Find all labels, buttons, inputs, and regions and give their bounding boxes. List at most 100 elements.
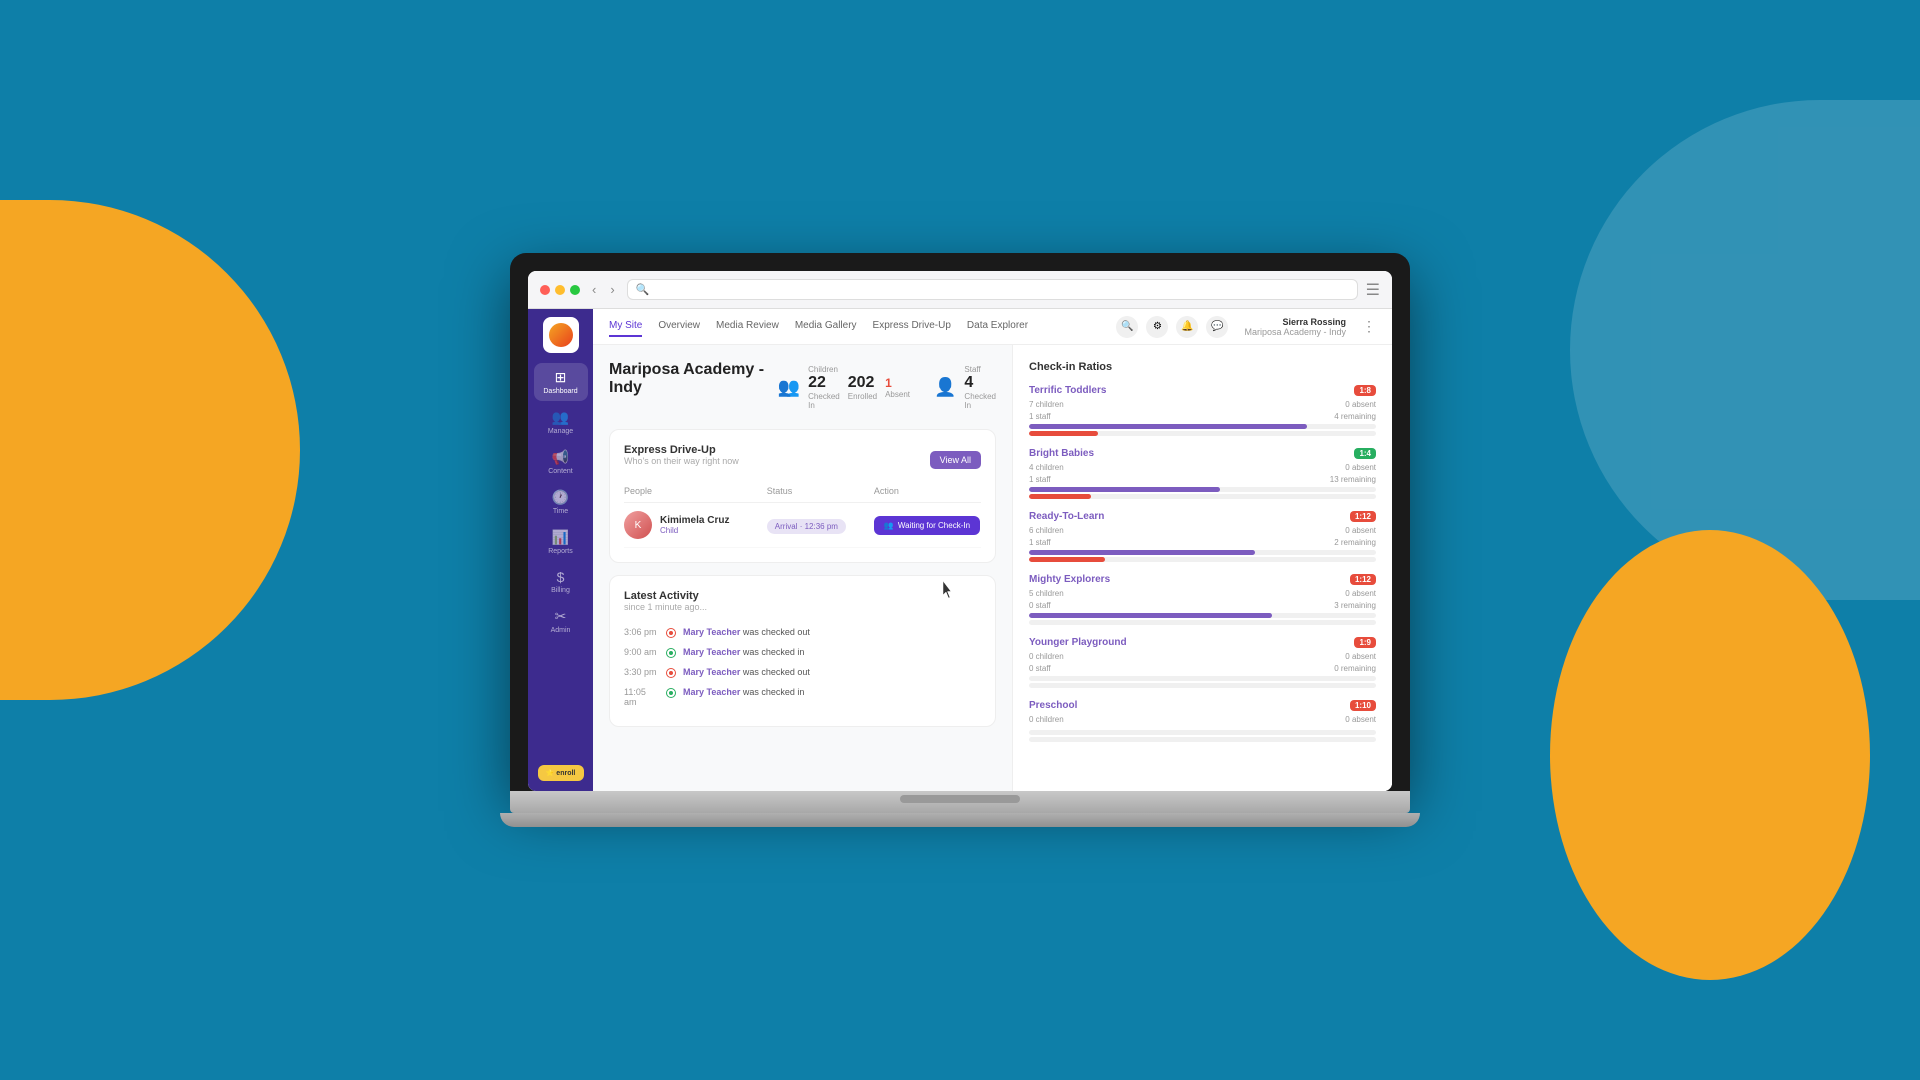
ratio-room-name[interactable]: Preschool: [1029, 700, 1077, 711]
activity-person[interactable]: Mary Teacher: [683, 667, 740, 677]
search-nav-icon[interactable]: 🔍: [1116, 316, 1138, 338]
children-bar-row: [1029, 424, 1376, 429]
ratio-stats: 0 children 0 absent: [1029, 715, 1376, 724]
checked-in-count: 22: [808, 374, 840, 392]
children-bar-fill: [1029, 487, 1220, 492]
address-bar[interactable]: 🔍: [627, 279, 1358, 300]
staff-bar-fill: [1029, 557, 1105, 562]
absent-count: 0 absent: [1345, 526, 1376, 535]
notification-icon[interactable]: 🔔: [1176, 316, 1198, 338]
activity-item: 3:06 pm Mary Teacher was checked out: [624, 622, 981, 642]
ratio-bars: [1029, 424, 1376, 436]
laptop-screen: ‹ › 🔍 ☰ ⊞ Dashboard: [528, 271, 1392, 791]
activity-person[interactable]: Mary Teacher: [683, 687, 740, 697]
activity-text: Mary Teacher was checked in: [683, 687, 804, 697]
minimize-button[interactable]: [555, 285, 565, 295]
activity-item: 9:00 am Mary Teacher was checked in: [624, 642, 981, 662]
table-header: People Status Action: [624, 480, 981, 503]
arrival-badge: Arrival · 12:36 pm: [767, 519, 846, 534]
messages-icon[interactable]: 💬: [1206, 316, 1228, 338]
absent-count: 0 absent: [1345, 400, 1376, 409]
nav-data-explorer[interactable]: Data Explorer: [967, 316, 1028, 337]
view-all-button[interactable]: View All: [930, 451, 981, 469]
nav-overview[interactable]: Overview: [658, 316, 700, 337]
absent-label: Absent: [885, 390, 910, 399]
ratio-room-name[interactable]: Younger Playground: [1029, 637, 1127, 648]
browser-chrome: ‹ › 🔍 ☰: [528, 271, 1392, 309]
sidebar-item-reports[interactable]: 📊 Reports: [534, 523, 588, 561]
check-in-ratios-title: Check-in Ratios: [1029, 361, 1376, 373]
ratio-room-name[interactable]: Mighty Explorers: [1029, 574, 1110, 585]
ratio-room-name[interactable]: Terrific Toddlers: [1029, 385, 1106, 396]
traffic-lights: [540, 285, 580, 295]
sidebar-item-time[interactable]: 🕐 Time: [534, 483, 588, 521]
logo-icon: [549, 323, 573, 347]
ratio-room-name[interactable]: Bright Babies: [1029, 448, 1094, 459]
staff-bar-row: [1029, 494, 1376, 499]
absent-count: 0 absent: [1345, 463, 1376, 472]
close-button[interactable]: [540, 285, 550, 295]
staff-bar-row: [1029, 557, 1376, 562]
ratio-stats-2: 1 staff 13 remaining: [1029, 475, 1376, 484]
ratio-stats-2: 1 staff 4 remaining: [1029, 412, 1376, 421]
nav-user-name: Sierra Rossing: [1244, 317, 1346, 327]
sidebar-item-content[interactable]: 📢 Content: [534, 443, 588, 481]
sidebar-item-dashboard[interactable]: ⊞ Dashboard: [534, 363, 588, 401]
checkin-icon: 👥: [884, 521, 894, 530]
person-cell: K Kimimela Cruz Child: [624, 511, 767, 539]
staff-count: 1 staff: [1029, 475, 1051, 484]
sidebar-item-admin[interactable]: ✂ Admin: [534, 602, 588, 640]
ratio-room-name[interactable]: Ready-To-Learn: [1029, 511, 1104, 522]
ratio-badge: 1:4: [1354, 448, 1376, 459]
children-stats: 👥 Children 22 Checked In: [778, 365, 910, 410]
staff-bar-row: [1029, 683, 1376, 688]
children-bar-fill: [1029, 424, 1307, 429]
absent-count: 0 absent: [1345, 589, 1376, 598]
manage-icon: 👥: [552, 409, 569, 426]
ratio-badge: 1:10: [1350, 700, 1376, 711]
enroll-button[interactable]: ⭐ enroll: [538, 765, 584, 781]
app-logo[interactable]: [543, 317, 579, 353]
nav-express-drive-up[interactable]: Express Drive-Up: [873, 316, 951, 337]
nav-media-gallery[interactable]: Media Gallery: [795, 316, 857, 337]
staff-bar-track: [1029, 557, 1376, 562]
action-label: Waiting for Check-In: [898, 521, 970, 530]
sidebar-item-billing[interactable]: $ Billing: [534, 563, 588, 600]
waiting-checkin-button[interactable]: 👥 Waiting for Check-In: [874, 516, 980, 535]
ratio-header: Ready-To-Learn 1:12: [1029, 511, 1376, 522]
ratio-item: Bright Babies 1:4 4 children 0 absent 1 …: [1029, 448, 1376, 499]
activity-person[interactable]: Mary Teacher: [683, 647, 740, 657]
forward-button[interactable]: ›: [606, 280, 618, 299]
staff-bar-track: [1029, 737, 1376, 742]
back-button[interactable]: ‹: [588, 280, 600, 299]
ratio-header: Terrific Toddlers 1:8: [1029, 385, 1376, 396]
children-bar-track: [1029, 730, 1376, 735]
staff-bar-fill: [1029, 494, 1091, 499]
page-title: Mariposa Academy - Indy: [609, 361, 778, 397]
express-drive-up-title: Express Drive-Up: [624, 444, 739, 456]
maximize-button[interactable]: [570, 285, 580, 295]
enrolled-count: 202: [848, 374, 877, 392]
ratio-item: Preschool 1:10 0 children 0 absent: [1029, 700, 1376, 742]
enrolled-label: Enrolled: [848, 392, 877, 401]
sidebar-item-manage[interactable]: 👥 Manage: [534, 403, 588, 441]
browser-menu-button[interactable]: ☰: [1366, 280, 1380, 300]
person-role: Child: [660, 526, 729, 535]
ratio-stats: 4 children 0 absent: [1029, 463, 1376, 472]
children-bar-fill: [1029, 550, 1255, 555]
ratio-bars: [1029, 676, 1376, 688]
bg-decoration-bottom-right: [1550, 530, 1870, 980]
col-action: Action: [874, 486, 981, 496]
children-count: 5 children: [1029, 589, 1064, 598]
activity-text: Mary Teacher was checked out: [683, 627, 810, 637]
nav-my-site[interactable]: My Site: [609, 316, 642, 337]
activity-dot: [667, 689, 675, 697]
activity-person[interactable]: Mary Teacher: [683, 627, 740, 637]
nav-media-review[interactable]: Media Review: [716, 316, 779, 337]
nav-more-button[interactable]: ⋮: [1362, 318, 1376, 335]
sidebar-label-manage: Manage: [548, 428, 573, 435]
ratio-item: Ready-To-Learn 1:12 6 children 0 absent …: [1029, 511, 1376, 562]
settings-nav-icon[interactable]: ⚙: [1146, 316, 1168, 338]
staff-bar-row: [1029, 431, 1376, 436]
express-drive-up-subtitle: Who's on their way right now: [624, 456, 739, 466]
